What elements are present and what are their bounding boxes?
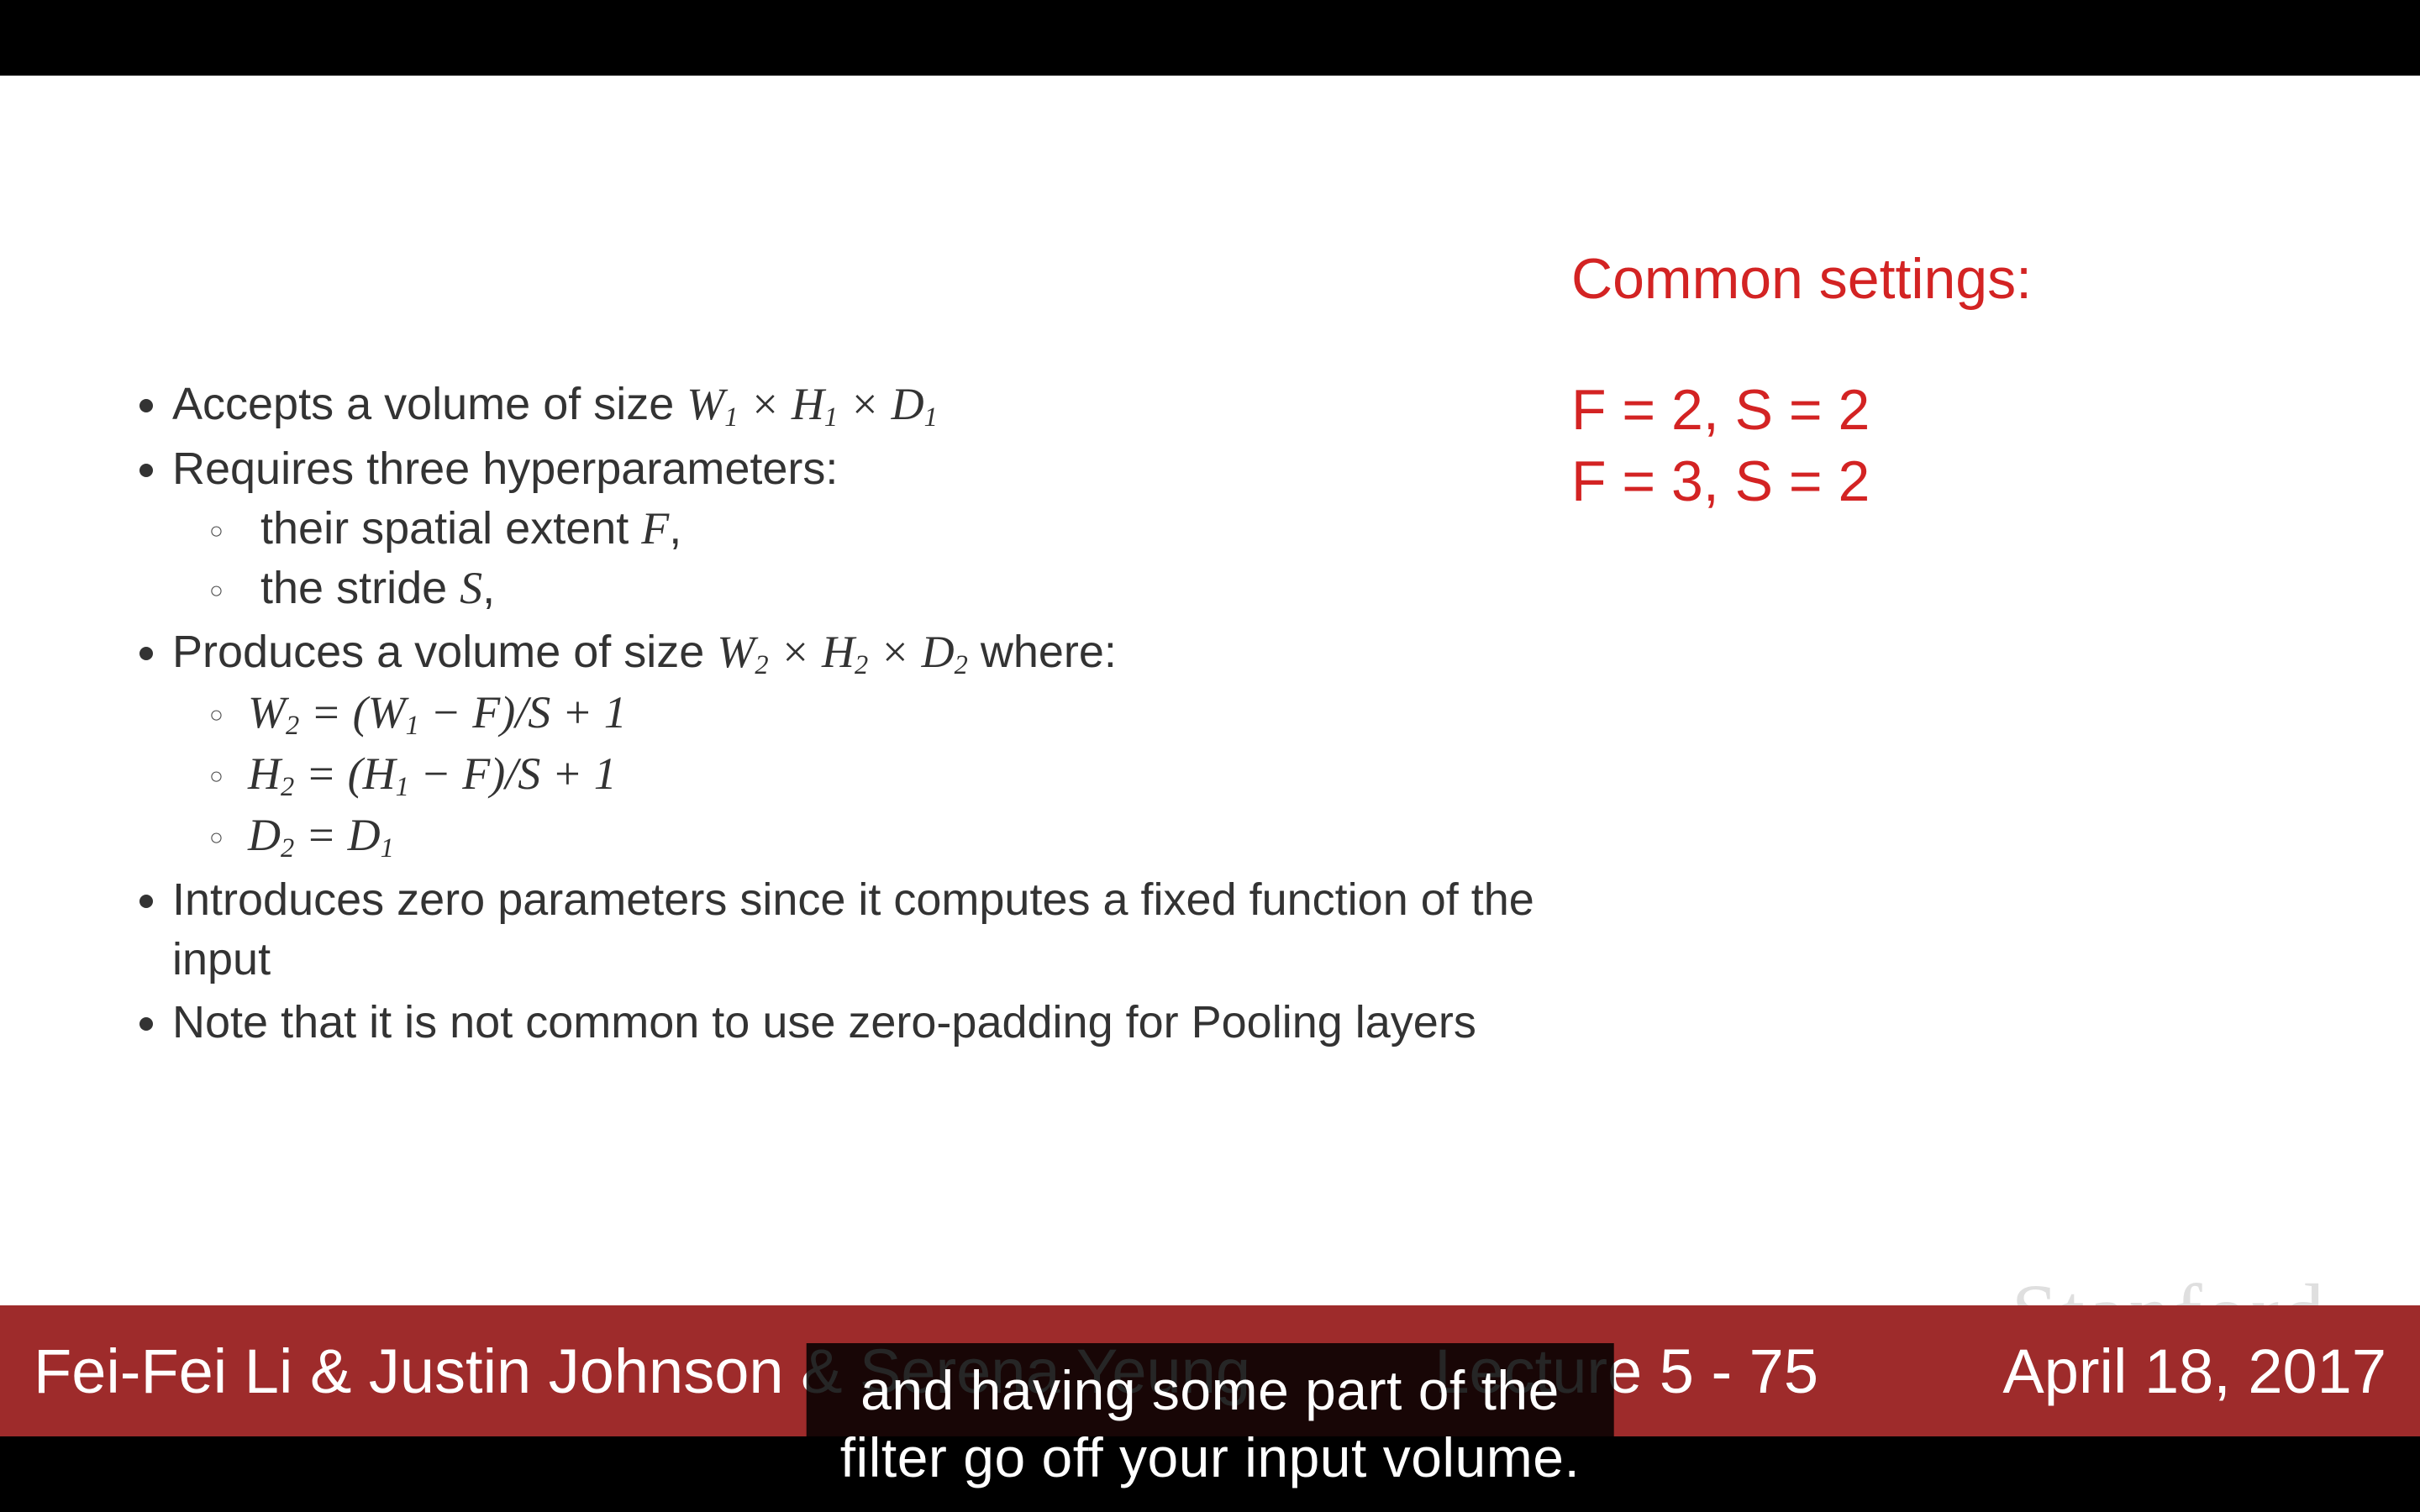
sub-d2: D2 = D1 — [248, 806, 1542, 867]
sub-stride: the stride S, — [248, 559, 1542, 618]
bullet-accepts-math: W1 × H1 × D1 — [687, 379, 938, 429]
bullet-accepts-text: Accepts a volume of size — [172, 379, 687, 429]
bullet-produces-math: W2 × H2 × D2 — [717, 627, 968, 677]
sub-w2: W2 = (W1 − F)/S + 1 — [248, 683, 1542, 744]
subtitle-line1: and having some part of the — [840, 1357, 1581, 1425]
bullet-zero-padding: Note that it is not common to use zero-p… — [172, 993, 1542, 1053]
sub-h2: H2 = (H1 − F)/S + 1 — [248, 744, 1542, 806]
footer-date: April 18, 2017 — [2002, 1336, 2386, 1407]
common-settings-line2: F = 3, S = 2 — [1571, 446, 2328, 517]
bullet-zero-params: Introduces zero parameters since it comp… — [172, 870, 1542, 990]
bullet-hyperparams-text: Requires three hyperparameters: — [172, 444, 838, 494]
bullet-produces: Produces a volume of size W2 × H2 × D2 w… — [172, 622, 1542, 867]
bullet-hyperparams: Requires three hyperparameters: their sp… — [172, 439, 1542, 619]
subtitle-line2: filter go off your input volume. — [840, 1424, 1581, 1492]
sub-spatial-extent: their spatial extent F, — [248, 499, 1542, 559]
slide-area: Accepts a volume of size W1 × H1 × D1 Re… — [0, 76, 2420, 1436]
slide-content: Accepts a volume of size W1 × H1 × D1 Re… — [113, 375, 1542, 1056]
common-settings-line1: F = 2, S = 2 — [1571, 375, 2328, 445]
common-settings: Common settings: F = 2, S = 2 F = 3, S =… — [1571, 244, 2328, 517]
bullet-accepts: Accepts a volume of size W1 × H1 × D1 — [172, 375, 1542, 436]
video-subtitle: and having some part of the filter go of… — [807, 1343, 1614, 1512]
common-settings-title: Common settings: — [1571, 244, 2328, 314]
